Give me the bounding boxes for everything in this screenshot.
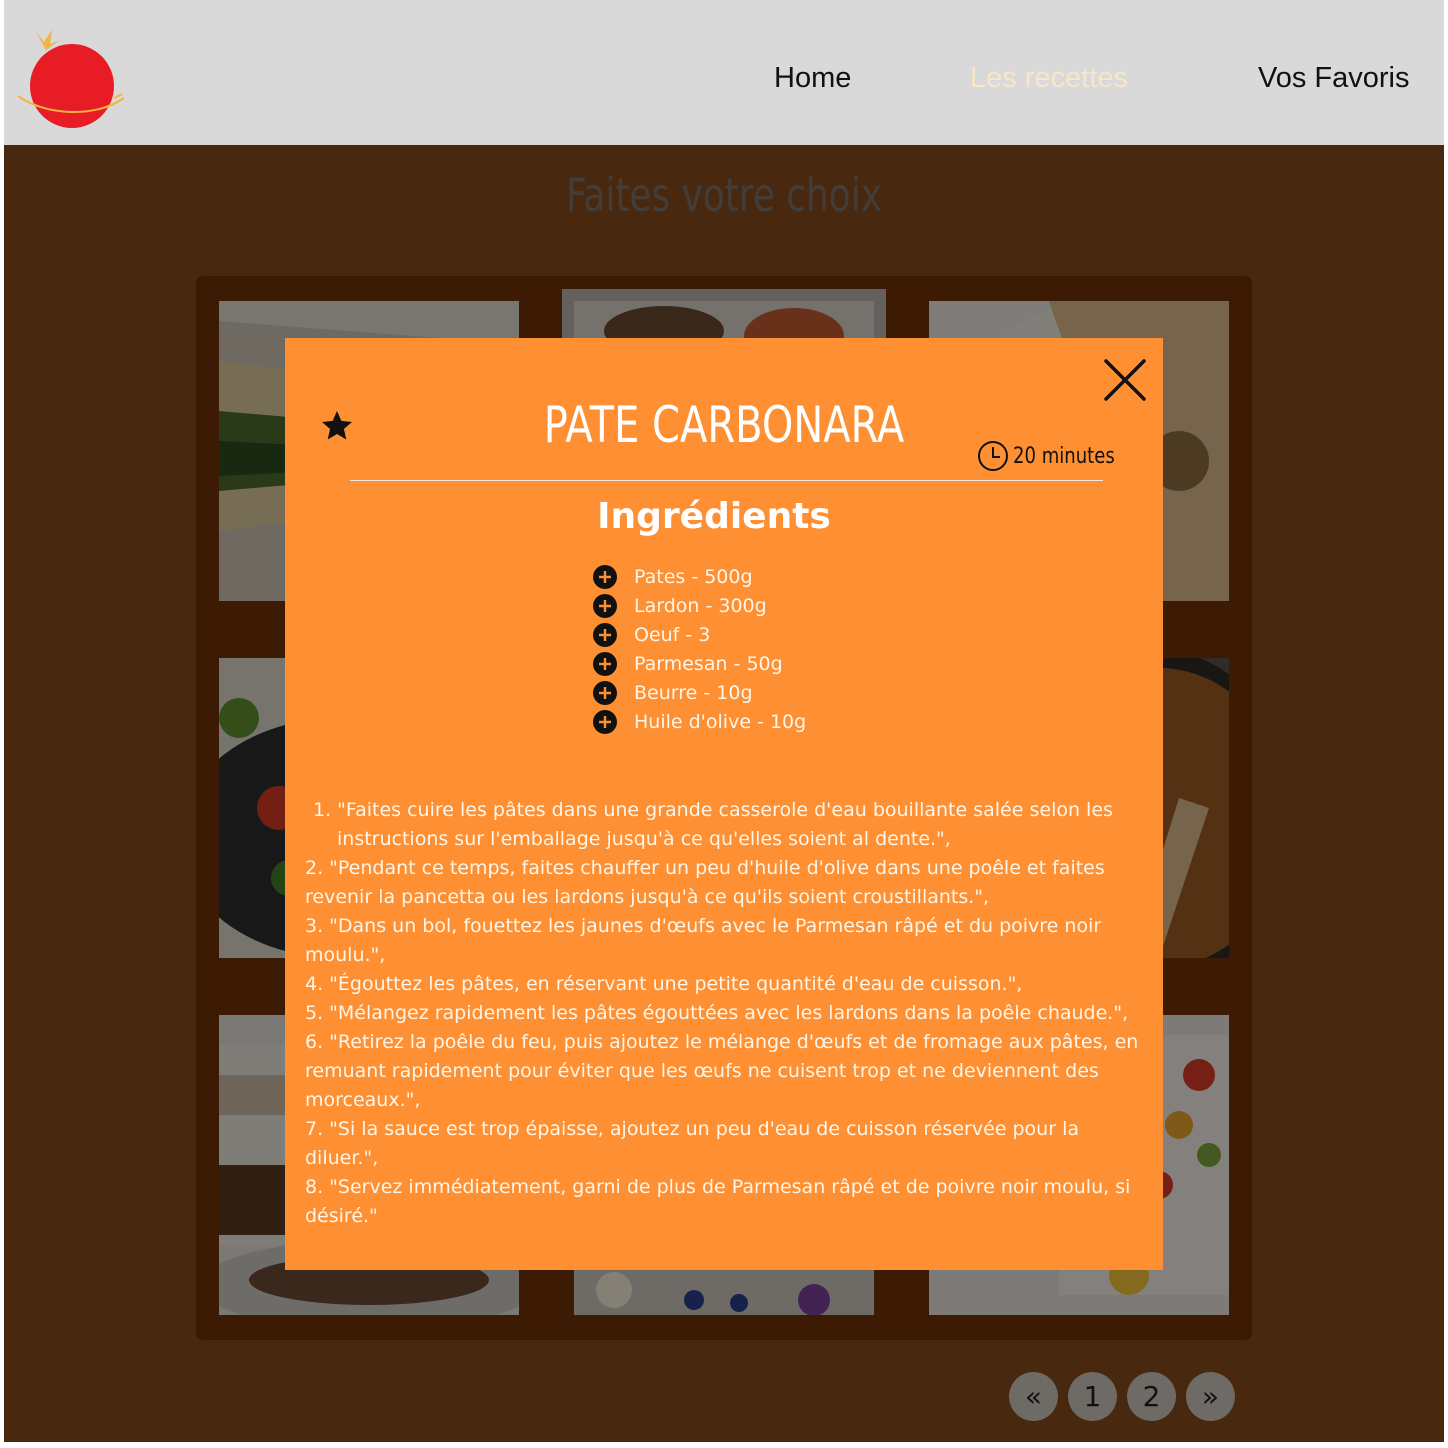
prep-time: 20 minutes bbox=[977, 438, 1137, 474]
favorite-star-icon[interactable] bbox=[319, 408, 355, 444]
recipe-step: 5. "Mélangez rapidement les pâtes égoutt… bbox=[305, 1002, 1129, 1024]
plus-circle-icon[interactable] bbox=[593, 680, 617, 705]
recipe-modal: PATE CARBONARA 20 minutes Ingrédients Pa… bbox=[285, 338, 1163, 1270]
nav-recettes-link[interactable]: Les recettes bbox=[970, 62, 1128, 95]
pagination-next-button[interactable]: » bbox=[1186, 1372, 1235, 1421]
ingredient-item: Parmesan - 50g bbox=[593, 649, 806, 678]
recipe-step: 2. "Pendant ce temps, faites chauffer un… bbox=[305, 857, 1105, 908]
ingredient-item: Lardon - 300g bbox=[593, 591, 806, 620]
ingredient-item: Beurre - 10g bbox=[593, 678, 806, 707]
nav-favoris-link[interactable]: Vos Favoris bbox=[1258, 62, 1410, 95]
tomato-logo-icon[interactable] bbox=[16, 22, 126, 132]
recipe-step: 3. "Dans un bol, fouettez les jaunes d'œ… bbox=[305, 915, 1102, 966]
recipe-title: PATE CARBONARA bbox=[543, 396, 905, 454]
ingredient-label: Huile d'olive - 10g bbox=[634, 710, 807, 733]
recipe-step: 8. "Servez immédiatement, garni de plus … bbox=[305, 1176, 1131, 1227]
ingredients-list: Pates - 500g Lardon - 300g Oeuf - 3 Parm… bbox=[593, 562, 806, 736]
app-frame: Home Les recettes Vos Favoris Faites vot… bbox=[4, 0, 1444, 1442]
plus-circle-icon[interactable] bbox=[593, 651, 617, 676]
clock-icon bbox=[978, 441, 1008, 471]
close-icon[interactable] bbox=[1103, 358, 1147, 402]
prep-time-text: 20 minutes bbox=[1013, 443, 1115, 469]
recipe-step: 4. "Égouttez les pâtes, en réservant une… bbox=[305, 973, 1023, 995]
ingredient-item: Huile d'olive - 10g bbox=[593, 707, 806, 736]
recipe-step: 7. "Si la sauce est trop épaisse, ajoute… bbox=[305, 1118, 1079, 1169]
pagination-page-2[interactable]: 2 bbox=[1127, 1372, 1176, 1421]
site-header: Home Les recettes Vos Favoris bbox=[4, 0, 1444, 145]
ingredient-item: Oeuf - 3 bbox=[593, 620, 806, 649]
ingredient-label: Lardon - 300g bbox=[634, 594, 767, 617]
recipe-step: 6. "Retirez la poêle du feu, puis ajoute… bbox=[305, 1031, 1139, 1111]
ingredient-label: Oeuf - 3 bbox=[634, 623, 711, 646]
plus-circle-icon[interactable] bbox=[593, 709, 617, 734]
recipe-step: 1. "Faites cuire les pâtes dans une gran… bbox=[313, 799, 1113, 850]
ingredient-label: Pates - 500g bbox=[634, 565, 753, 588]
ingredient-label: Parmesan - 50g bbox=[634, 652, 783, 675]
pagination-prev-button[interactable]: « bbox=[1009, 1372, 1058, 1421]
ingredient-label: Beurre - 10g bbox=[634, 681, 753, 704]
recipe-steps: 1. "Faites cuire les pâtes dans une gran… bbox=[305, 796, 1151, 1231]
plus-circle-icon[interactable] bbox=[593, 593, 617, 618]
title-divider bbox=[350, 480, 1103, 481]
nav-home-link[interactable]: Home bbox=[774, 62, 851, 95]
plus-circle-icon[interactable] bbox=[593, 564, 617, 589]
pagination-page-1[interactable]: 1 bbox=[1068, 1372, 1117, 1421]
plus-circle-icon[interactable] bbox=[593, 622, 617, 647]
ingredients-heading: Ingrédients bbox=[597, 496, 831, 537]
ingredient-item: Pates - 500g bbox=[593, 562, 806, 591]
